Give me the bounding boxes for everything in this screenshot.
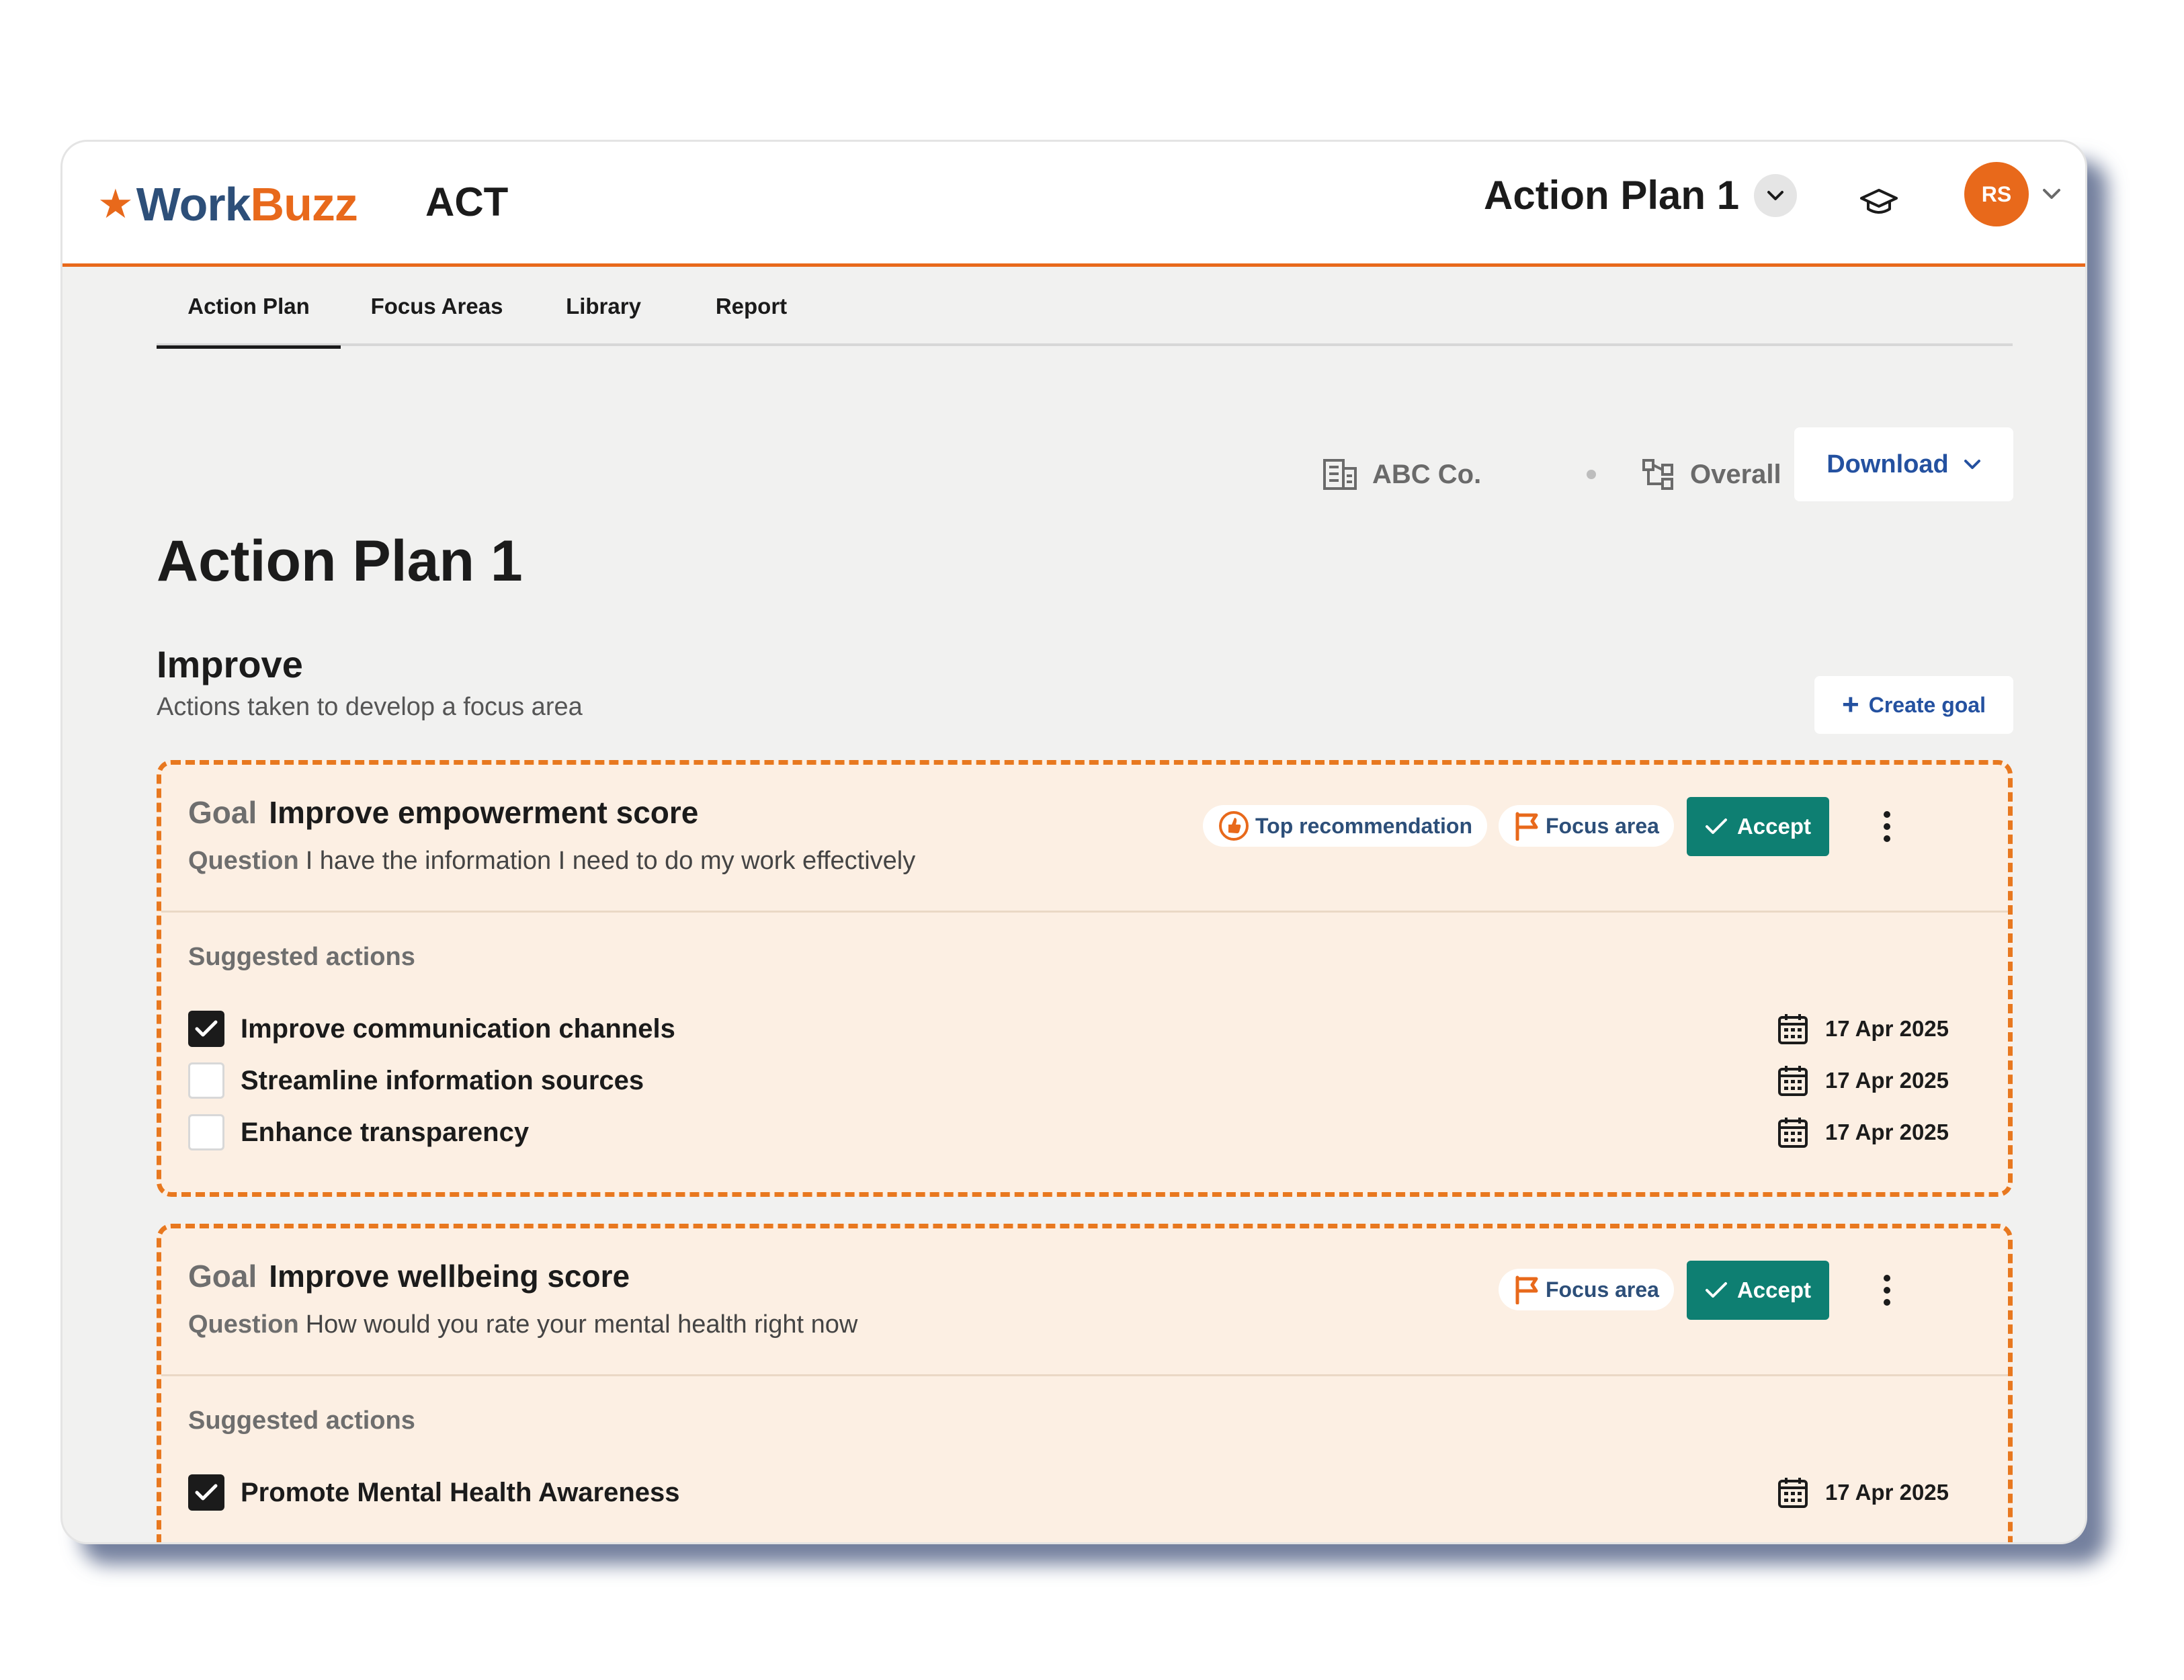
more-options-icon[interactable]: [1874, 1269, 1900, 1312]
section-title: Improve: [157, 643, 303, 685]
workbuzz-logo[interactable]: ★ WorkBuzz: [97, 174, 358, 235]
badge-label: Focus area: [1546, 813, 1659, 838]
create-goal-button[interactable]: + Create goal: [1814, 676, 2013, 734]
tab-library[interactable]: Library: [533, 267, 674, 346]
due-date[interactable]: 17 Apr 2025: [1777, 1116, 1949, 1149]
focus-area-badge: Focus area: [1499, 805, 1674, 847]
due-date-text: 17 Apr 2025: [1824, 1120, 1949, 1144]
due-date-text: 17 Apr 2025: [1824, 1480, 1949, 1505]
suggested-actions-label: Suggested actions: [188, 1406, 415, 1435]
badge-label: Top recommendation: [1255, 813, 1472, 838]
logo-buzz-text: Buzz: [250, 178, 358, 230]
focus-area-badge: Focus area: [1499, 1269, 1674, 1310]
badge-label: Focus area: [1546, 1277, 1659, 1302]
goal-card: Goal Improve empowerment score Question I …: [157, 760, 2013, 1197]
goal-question: Question How would you rate your mental h…: [188, 1310, 857, 1339]
separator-dot: [1587, 470, 1596, 479]
accept-button[interactable]: Accept: [1687, 1261, 1829, 1320]
tab-report[interactable]: Report: [674, 267, 829, 346]
download-button[interactable]: Download: [1794, 427, 2013, 501]
action-label[interactable]: Promote Mental Health Awareness: [241, 1478, 680, 1508]
action-label[interactable]: Improve communication channels: [241, 1014, 675, 1044]
goal-header: Goal Improve empowerment score Question I …: [161, 765, 2008, 913]
due-date-text: 17 Apr 2025: [1824, 1068, 1949, 1093]
graduation-cap-icon[interactable]: [1855, 182, 1902, 222]
thumbs-up-icon: [1219, 811, 1249, 841]
action-label[interactable]: Enhance transparency: [241, 1118, 529, 1148]
goal-keyword: Goal: [188, 795, 257, 830]
user-avatar[interactable]: RS: [1964, 162, 2029, 226]
flag-icon: [1515, 812, 1538, 841]
action-label[interactable]: Streamline information sources: [241, 1066, 644, 1096]
calendar-icon: [1777, 1066, 1808, 1096]
more-options-icon[interactable]: [1874, 805, 1900, 848]
plan-selector[interactable]: Action Plan 1: [1484, 172, 1798, 218]
building-icon: [1323, 459, 1357, 490]
action-checkbox-unchecked[interactable]: [188, 1114, 224, 1150]
due-date-text: 17 Apr 2025: [1824, 1016, 1949, 1041]
action-item: Enhance transparency 17 Apr 2025: [188, 1112, 1949, 1152]
action-checkbox-unchecked[interactable]: [188, 1062, 224, 1099]
calendar-icon: [1777, 1118, 1808, 1148]
goal-title: Goal Improve wellbeing score: [188, 1258, 630, 1294]
calendar-icon: [1777, 1478, 1808, 1508]
question-keyword: Question: [188, 1310, 299, 1339]
action-checkbox-checked[interactable]: [188, 1011, 224, 1047]
scope-name: Overall: [1690, 459, 1781, 489]
question-text: I have the information I need to do my w…: [305, 847, 916, 875]
suggested-actions-label: Suggested actions: [188, 943, 415, 971]
company-filter[interactable]: ABC Co.: [1322, 437, 1481, 511]
flag-icon: [1515, 1275, 1538, 1304]
due-date[interactable]: 17 Apr 2025: [1777, 1064, 1949, 1097]
main-tabs: Action Plan Focus Areas Library Report: [157, 267, 2013, 349]
action-item: Promote Mental Health Awareness 17 Apr 2…: [188, 1472, 1949, 1513]
create-goal-label: Create goal: [1868, 692, 1986, 717]
tab-action-plan[interactable]: Action Plan: [157, 267, 341, 349]
goal-card: Goal Improve wellbeing score Question How …: [157, 1224, 2013, 1542]
goal-title: Goal Improve empowerment score: [188, 794, 698, 831]
app-window: ★ WorkBuzz ACT Action Plan 1 RS Action P…: [60, 140, 2087, 1544]
action-item: Streamline information sources 17 Apr 20…: [188, 1060, 1949, 1101]
plan-selector-label: Action Plan 1: [1484, 173, 1740, 218]
star-icon: ★: [97, 181, 134, 226]
chevron-down-icon: [1964, 460, 1980, 469]
tab-focus-areas[interactable]: Focus Areas: [341, 267, 533, 346]
due-date[interactable]: 17 Apr 2025: [1777, 1012, 1949, 1046]
accept-label: Accept: [1736, 1277, 1812, 1302]
action-item: Improve communication channels 17 Apr 20…: [188, 1009, 1949, 1049]
goal-title-text: Improve wellbeing score: [269, 1259, 630, 1294]
goal-keyword: Goal: [188, 1259, 257, 1294]
goal-question: Question I have the information I need to…: [188, 847, 915, 876]
action-checkbox-checked[interactable]: [188, 1474, 224, 1511]
top-recommendation-badge: Top recommendation: [1203, 805, 1487, 847]
section-subtitle: Actions taken to develop a focus area: [157, 693, 583, 721]
accept-label: Accept: [1736, 814, 1812, 839]
chevron-down-icon[interactable]: [1754, 173, 1798, 217]
question-text: How would you rate your mental health ri…: [305, 1310, 858, 1339]
hierarchy-icon: [1642, 459, 1673, 490]
meta-separator: [1587, 437, 1596, 511]
question-keyword: Question: [188, 847, 299, 875]
due-date[interactable]: 17 Apr 2025: [1777, 1476, 1949, 1509]
account-chevron-down-icon[interactable]: [2038, 181, 2065, 208]
accept-button[interactable]: Accept: [1687, 797, 1829, 856]
scope-filter[interactable]: Overall: [1642, 437, 1781, 511]
page-title: Action Plan 1: [157, 529, 523, 593]
goal-title-text: Improve empowerment score: [269, 795, 699, 830]
goal-header: Goal Improve wellbeing score Question How …: [161, 1228, 2008, 1376]
company-name: ABC Co.: [1372, 459, 1482, 489]
download-label: Download: [1826, 450, 1949, 478]
check-icon: [1705, 1282, 1727, 1298]
check-icon: [1705, 818, 1727, 834]
top-bar: ★ WorkBuzz ACT Action Plan 1 RS: [62, 142, 2085, 267]
calendar-icon: [1777, 1014, 1808, 1044]
plus-icon: +: [1842, 688, 1859, 721]
logo-work-text: Work: [136, 178, 251, 230]
module-name: ACT: [425, 179, 509, 224]
